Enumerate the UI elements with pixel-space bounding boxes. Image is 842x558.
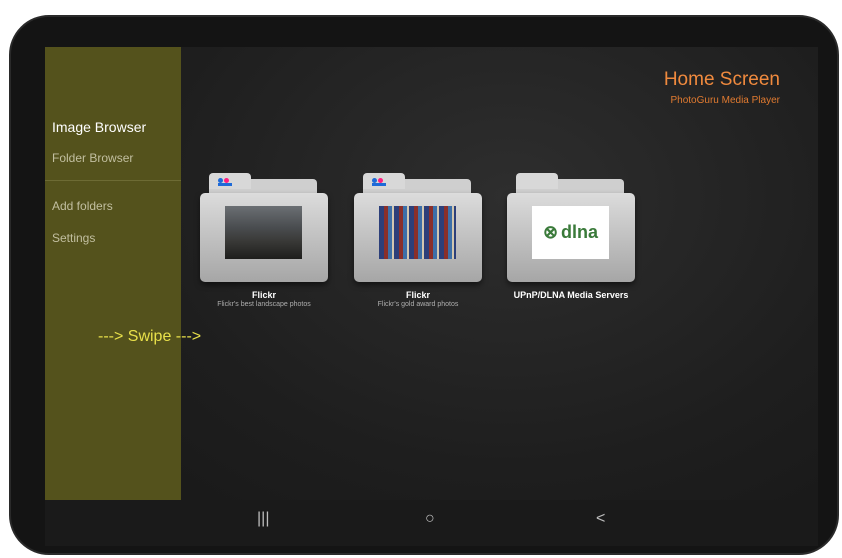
back-button[interactable]: < [596,510,605,528]
doors-thumbnail [379,206,456,259]
home-button[interactable]: ○ [425,510,435,528]
folder-body [200,193,328,282]
folder-body [354,193,482,282]
flickr-icon [217,177,233,187]
navigation-drawer: Image Browser Folder Browser Add folders… [45,47,181,500]
drawer-divider [45,180,181,181]
flickr-icon [371,177,387,187]
page-subtitle: PhotoGuru Media Player [670,95,780,106]
swipe-hint: ---> Swipe ---> [98,328,202,345]
landscape-thumbnail [225,206,302,259]
drawer-item-image-browser[interactable]: Image Browser [52,119,146,135]
dlna-logo: ⊗ dlna [532,206,609,259]
drawer-item-folder-browser[interactable]: Folder Browser [52,151,133,165]
app-screen: Image Browser Folder Browser Add folders… [45,47,818,546]
folder-flickr-landscape[interactable] [200,173,328,288]
system-navigation-bar: ||| ○ < [45,500,818,546]
dlna-icon: ⊗ [542,222,559,242]
folder-body: ⊗ dlna [507,193,635,282]
page-title: Home Screen [663,69,780,90]
folder-upnp-dlna[interactable]: ⊗ dlna [507,173,635,288]
folder-title: Flickr [251,290,276,300]
drawer-item-add-folders[interactable]: Add folders [52,199,113,213]
folder-flickr-gold-award[interactable] [354,173,482,288]
folder-subtitle: Flickr's gold award photos [377,301,459,308]
folder-subtitle: Flickr's best landscape photos [217,301,311,308]
dlna-logo-text: dlna [561,222,599,242]
recents-button[interactable]: ||| [257,510,269,528]
folder-title: UPnP/DLNA Media Servers [513,290,629,300]
drawer-item-settings[interactable]: Settings [52,231,95,245]
